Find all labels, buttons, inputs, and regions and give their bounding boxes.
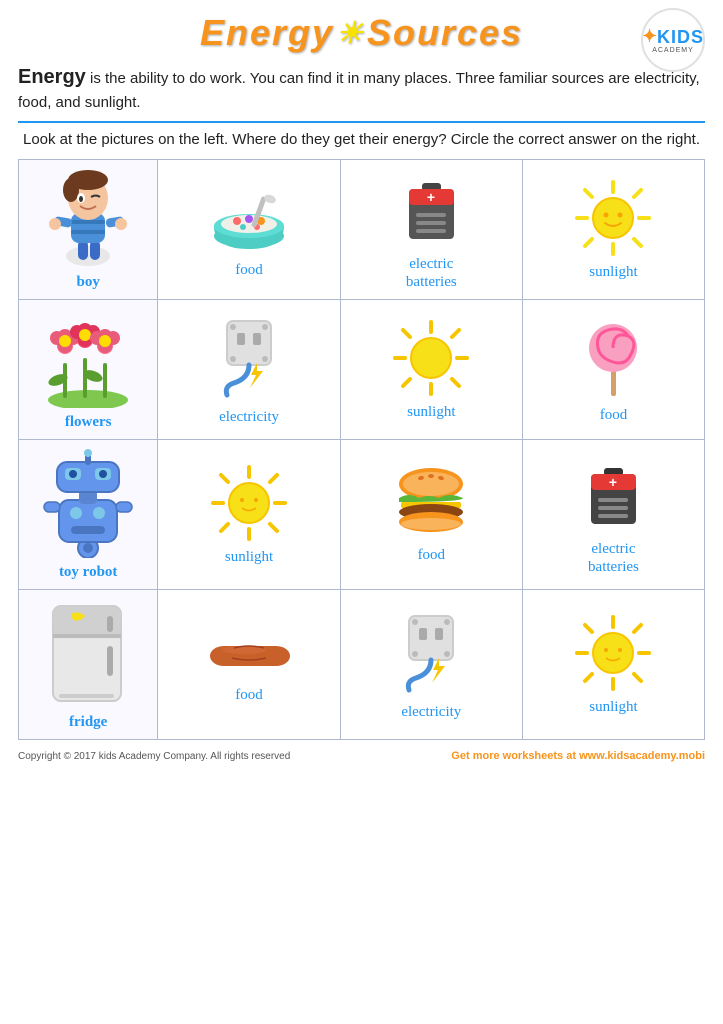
option-lollipop-label: food <box>600 407 628 424</box>
option-sunlight4: sunlight <box>527 613 700 716</box>
battery-icon: + <box>394 169 469 249</box>
option-cell-sunlight2: sunlight <box>340 300 522 440</box>
option-sunlight2-label: sunlight <box>407 404 455 421</box>
lollipop-icon <box>576 316 651 401</box>
logo-kids-text: KIDS <box>657 28 704 46</box>
flowers-label: flowers <box>65 414 112 431</box>
option-cell-electricity: electricity <box>158 300 340 440</box>
boy-label: boy <box>77 274 100 291</box>
header: Energy ☀ Sources ✦ KIDS ACADEMY <box>18 12 705 54</box>
sausage-icon <box>204 626 294 681</box>
option-sausage: food <box>162 626 335 704</box>
intro-bold: Energy <box>18 66 86 88</box>
burger-icon <box>389 466 474 541</box>
subject-cell-fridge: fridge <box>19 590 158 740</box>
option-cell-lollipop: food <box>522 300 704 440</box>
option-battery-label: electricbatteries <box>406 255 457 291</box>
option-sunlight4-label: sunlight <box>589 699 637 716</box>
option-electricity2: electricity <box>345 608 518 721</box>
subject-robot: toy robot <box>23 448 153 581</box>
subject-cell-flowers: flowers <box>19 300 158 440</box>
option-sunlight3-label: sunlight <box>225 549 273 566</box>
option-sunlight: sunlight <box>527 178 700 281</box>
option-cell-food-bowl: food <box>158 160 340 300</box>
logo-star-icon: ✦ <box>642 26 657 47</box>
option-battery: + electricbatteries <box>345 169 518 291</box>
option-electricity2-label: electricity <box>401 704 461 721</box>
plug-icon2 <box>391 608 471 698</box>
option-battery2: + electricbatteries <box>527 454 700 576</box>
sun-icon <box>573 178 653 258</box>
option-battery2-label: electricbatteries <box>588 540 639 576</box>
subject-cell-robot: toy robot <box>19 440 158 590</box>
table-row: flowers <box>19 300 705 440</box>
subject-boy: boy <box>23 168 153 291</box>
option-electricity-label: electricity <box>219 409 279 426</box>
cta-text: Get more worksheets at www.kidsacademy.m… <box>451 750 705 762</box>
option-cell-battery: + electricbatteries <box>340 160 522 300</box>
option-cell-sunlight4: sunlight <box>522 590 704 740</box>
option-electricity: electricity <box>162 313 335 426</box>
intro-rest: is the ability to do work. You can find … <box>18 70 700 111</box>
kids-academy-logo: ✦ KIDS ACADEMY <box>641 8 705 72</box>
robot-icon <box>41 448 136 558</box>
title-sources: Sources <box>367 12 523 54</box>
sun-yellow-icon <box>391 318 471 398</box>
battery-dark-icon: + <box>576 454 651 534</box>
logo-inner: ✦ KIDS ACADEMY <box>642 26 704 54</box>
option-food: food <box>162 181 335 279</box>
option-sausage-label: food <box>235 687 263 704</box>
fridge-label: fridge <box>69 714 107 731</box>
option-sunlight2: sunlight <box>345 318 518 421</box>
copyright-text: Copyright © 2017 kids Academy Company. A… <box>18 751 290 762</box>
logo-academy-text: ACADEMY <box>652 47 694 54</box>
title-energy: Energy <box>200 12 334 54</box>
table-row: boy <box>19 160 705 300</box>
energy-grid: boy <box>18 159 705 740</box>
sun-icon3 <box>573 613 653 693</box>
instruction-text: Look at the pictures on the left. Where … <box>18 129 705 152</box>
table-row: fridge <box>19 590 705 740</box>
title-sun-icon: ☀ <box>336 16 365 51</box>
page: Energy ☀ Sources ✦ KIDS ACADEMY Energy i… <box>0 0 723 1024</box>
option-cell-battery2: + electricbatteries <box>522 440 704 590</box>
svg-text:+: + <box>427 189 435 205</box>
subject-cell-boy: boy <box>19 160 158 300</box>
flowers-icon <box>38 308 138 408</box>
option-sunlight3: sunlight <box>162 463 335 566</box>
robot-label: toy robot <box>59 564 117 581</box>
subject-flowers: flowers <box>23 308 153 431</box>
option-cell-electricity2: electricity <box>340 590 522 740</box>
option-cell-burger: food <box>340 440 522 590</box>
logo-circle: ✦ KIDS ACADEMY <box>641 8 705 72</box>
option-lollipop: food <box>527 316 700 424</box>
boy-icon <box>43 168 133 268</box>
option-burger: food <box>345 466 518 564</box>
plug-icon <box>209 313 289 403</box>
option-cell-sausage: food <box>158 590 340 740</box>
option-sunlight-label: sunlight <box>589 264 637 281</box>
fridge-icon <box>43 598 133 708</box>
sun-icon2 <box>209 463 289 543</box>
svg-text:+: + <box>609 474 617 490</box>
food-bowl-icon <box>207 181 292 256</box>
subject-fridge: fridge <box>23 598 153 731</box>
option-cell-sunlight1: sunlight <box>522 160 704 300</box>
option-cell-sunlight3: sunlight <box>158 440 340 590</box>
option-food-label: food <box>235 262 263 279</box>
table-row: toy robot <box>19 440 705 590</box>
page-title: Energy ☀ Sources <box>200 12 523 54</box>
option-burger-label: food <box>418 547 446 564</box>
intro-text: Energy is the ability to do work. You ca… <box>18 62 705 115</box>
divider <box>18 121 705 123</box>
footer: Copyright © 2017 kids Academy Company. A… <box>18 750 705 762</box>
